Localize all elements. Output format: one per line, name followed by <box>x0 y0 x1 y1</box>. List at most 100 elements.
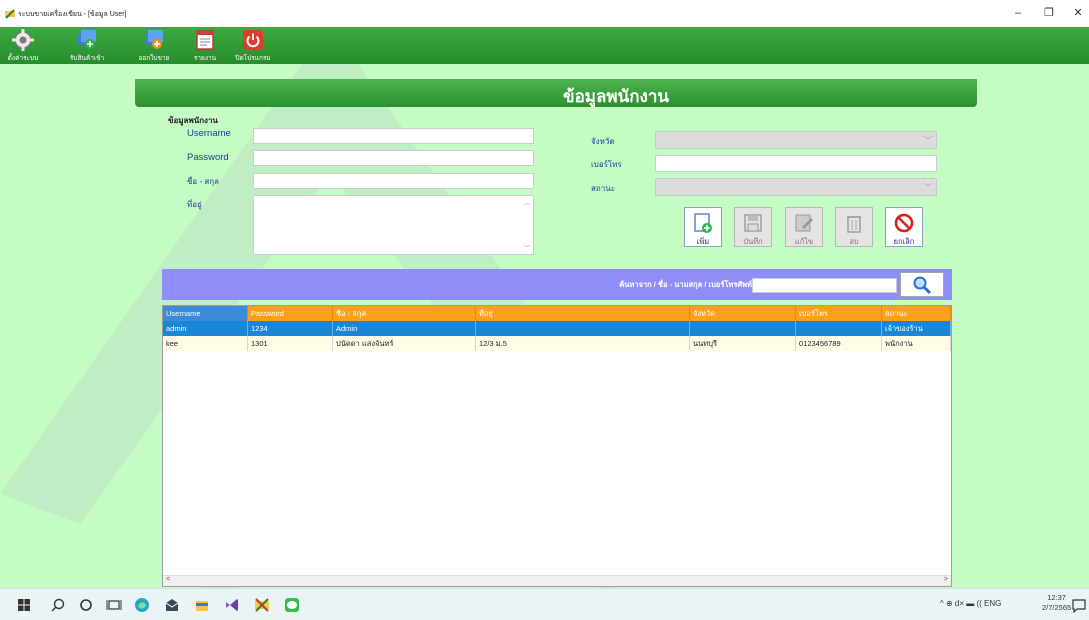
fullname-label: ชื่อ - สกุล <box>187 177 219 186</box>
phone-input[interactable] <box>655 155 937 172</box>
toolbar-receive-button[interactable]: รับสินค้าเข้า <box>62 28 112 63</box>
table-cell: 0123456789 <box>796 336 882 351</box>
task-view-icon[interactable] <box>106 597 122 613</box>
save-button[interactable]: บันทึก <box>734 207 772 247</box>
edit-button[interactable]: แก้ไข <box>785 207 823 247</box>
clock[interactable]: 12:37 2/7/2565 <box>1042 593 1071 613</box>
add-document-icon <box>694 213 712 233</box>
employee-table[interactable]: Username Password ชื่อ - สกุล ที่อยู่ จั… <box>162 305 952 587</box>
table-cell: admin <box>163 321 248 336</box>
address-textarea[interactable]: ︿ ﹀ <box>253 195 534 255</box>
search-icon <box>913 276 932 295</box>
password-label: Password <box>187 152 229 163</box>
table-cell: 12/3 ม.5 <box>476 336 690 351</box>
username-label: Username <box>187 128 231 139</box>
column-header[interactable]: Password <box>248 306 333 321</box>
delete-label: ลบ <box>849 237 859 246</box>
horizontal-scrollbar[interactable]: < > <box>163 575 951 586</box>
column-header[interactable]: สถานะ <box>882 306 951 321</box>
table-cell <box>690 321 796 336</box>
status-label: สถานะ <box>591 184 615 193</box>
window-title: ระบบขายเครื่องเขียน - [ข้อมูล User] <box>18 11 127 18</box>
cancel-button[interactable]: ยกเลิก <box>885 207 923 247</box>
province-label: จังหวัด <box>591 137 615 146</box>
column-header[interactable]: เบอร์โทร <box>796 306 882 321</box>
password-input[interactable] <box>253 150 534 166</box>
stationery-app-icon[interactable] <box>254 597 270 613</box>
scroll-left-icon[interactable]: < <box>166 576 170 583</box>
status-select[interactable]: ﹀ <box>655 178 937 196</box>
system-tray[interactable]: ^ ⊕ d× ▬ (( ENG <box>940 599 1001 608</box>
search-label: ค้นหาจาก / ชื่อ - นามสกุล / เบอร์โทรศัพท… <box>619 280 752 289</box>
toolbar-settings-button[interactable]: ตั้งค่าระบบ <box>4 28 42 63</box>
search-bar: ค้นหาจาก / ชื่อ - นามสกุล / เบอร์โทรศัพท… <box>162 269 952 300</box>
column-header[interactable]: ชื่อ - สกุล <box>333 306 476 321</box>
delete-button[interactable]: ลบ <box>835 207 873 247</box>
toolbar-label: ออกใบขาย <box>138 55 170 62</box>
windows-start-icon[interactable] <box>16 597 32 613</box>
title-bar: ระบบขายเครื่องเขียน - [ข้อมูล User] – ❐ … <box>0 0 1089 27</box>
form-heading: ข้อมูลพนักงาน <box>168 116 218 125</box>
phone-label: เบอร์โทร <box>591 160 622 169</box>
toolbar-invoice-button[interactable]: ออกใบขาย <box>132 28 176 63</box>
toolbar-report-button[interactable]: รายงาน <box>188 28 222 63</box>
province-select[interactable]: ﹀ <box>655 131 937 149</box>
toolbar-label: รับสินค้าเข้า <box>69 55 105 62</box>
column-header[interactable]: ที่อยู่ <box>476 306 690 321</box>
receive-goods-icon <box>78 30 96 49</box>
table-row[interactable]: admin 1234 Admin เจ้าของร้าน <box>163 321 951 336</box>
table-cell: Admin <box>333 321 476 336</box>
add-button[interactable]: เพิ่ม <box>684 207 722 247</box>
table-cell: kee <box>163 336 248 351</box>
report-icon <box>196 30 214 50</box>
edge-browser-icon[interactable] <box>134 597 150 613</box>
table-row[interactable]: kee 1301 ปนัดดา แสงจันทร์ 12/3 ม.5 นนทบุ… <box>163 336 951 351</box>
table-header: Username Password ชื่อ - สกุล ที่อยู่ จั… <box>163 306 951 321</box>
address-label: ที่อยู่ <box>187 200 202 209</box>
table-cell: เจ้าของร้าน <box>882 321 951 336</box>
table-cell: นนทบุรี <box>690 336 796 351</box>
scroll-right-icon[interactable]: > <box>944 576 948 583</box>
power-icon <box>243 30 263 50</box>
taskbar: ^ ⊕ d× ▬ (( ENG 12:37 2/7/2565 <box>0 588 1089 620</box>
username-input[interactable] <box>253 128 534 144</box>
employee-form: ข้อมูลพนักงาน Username Password ชื่อ - ส… <box>163 114 951 264</box>
chevron-down-icon: ﹀ <box>924 183 932 192</box>
chevron-down-icon: ﹀ <box>924 136 932 145</box>
save-label: บันทึก <box>743 237 763 246</box>
search-input[interactable] <box>752 278 897 293</box>
scroll-up-icon[interactable]: ︿ <box>524 198 530 207</box>
column-header[interactable]: Username <box>163 306 248 321</box>
maximize-button[interactable]: ❐ <box>1039 5 1059 21</box>
search-icon[interactable] <box>50 597 66 613</box>
minimize-button[interactable]: – <box>1008 5 1028 21</box>
edit-label: แก้ไข <box>794 237 814 246</box>
notification-icon[interactable] <box>1071 597 1087 613</box>
scroll-down-icon[interactable]: ﹀ <box>524 243 530 252</box>
column-header[interactable]: จังหวัด <box>690 306 796 321</box>
search-button[interactable] <box>900 272 944 297</box>
table-cell <box>796 321 882 336</box>
visual-studio-icon[interactable] <box>224 597 240 613</box>
cortana-icon[interactable] <box>78 597 94 613</box>
close-button[interactable]: ✕ <box>1068 5 1088 21</box>
app-icon <box>5 9 15 19</box>
line-chat-icon[interactable] <box>284 597 300 613</box>
clock-time: 12:37 <box>1047 593 1066 602</box>
trash-icon <box>847 216 861 233</box>
gear-icon <box>12 29 34 51</box>
main-toolbar: ตั้งค่าระบบ รับสินค้าเข้า ออกใบขาย รายงา… <box>0 27 1089 64</box>
cancel-label: ยกเลิก <box>893 237 915 246</box>
edit-icon <box>795 214 813 232</box>
fullname-input[interactable] <box>253 173 534 189</box>
cancel-icon <box>894 213 914 233</box>
table-cell: 1234 <box>248 321 333 336</box>
mail-icon[interactable] <box>164 597 180 613</box>
page-header: ข้อมูลพนักงาน <box>135 79 977 107</box>
table-cell <box>476 321 690 336</box>
toolbar-label: รายงาน <box>193 55 217 62</box>
clock-date: 2/7/2565 <box>1042 603 1072 612</box>
file-explorer-icon[interactable] <box>194 597 210 613</box>
save-icon <box>744 214 762 232</box>
toolbar-exit-button[interactable]: ปิดโปรแกรม <box>228 28 278 63</box>
